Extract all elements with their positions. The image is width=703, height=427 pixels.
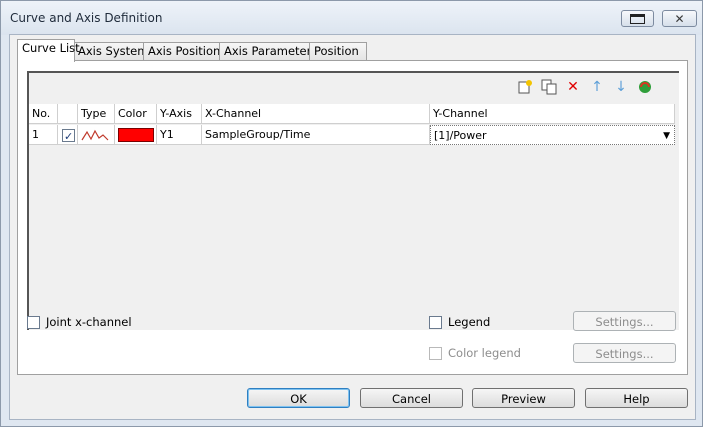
chevron-down-icon: ▼ — [663, 131, 670, 141]
tab-curve-list[interactable]: Curve List — [17, 39, 80, 62]
header-y-channel: Y-Channel — [430, 104, 675, 124]
joint-x-channel-option[interactable]: Joint x-channel — [27, 315, 132, 329]
joint-x-channel-checkbox[interactable] — [27, 315, 40, 329]
restore-button[interactable] — [621, 10, 654, 27]
move-down-icon[interactable]: ↓ — [612, 78, 630, 96]
header-type: Type — [78, 104, 115, 124]
color-legend-option[interactable]: Color legend — [429, 346, 521, 360]
tab-axis-position[interactable]: Axis Position — [143, 42, 221, 61]
table-row[interactable]: 1 Y1 SampleGroup/Time [1 — [29, 125, 675, 147]
row-x-channel[interactable]: SampleGroup/Time — [202, 125, 430, 145]
preview-button[interactable]: Preview — [472, 388, 575, 408]
y-channel-value: [1]/Power — [434, 129, 487, 142]
row-type-cell[interactable] — [78, 125, 115, 145]
header-y-axis: Y-Axis — [157, 104, 202, 124]
refresh-icon[interactable] — [636, 78, 654, 96]
curve-grid: No. Type Color Y-Axis X-Channel Y-Channe… — [27, 104, 679, 330]
move-up-icon[interactable]: ↑ — [588, 78, 606, 96]
color-legend-settings-button[interactable]: Settings... — [573, 343, 676, 363]
restore-icon — [630, 13, 645, 24]
tab-axis-parameters[interactable]: Axis Parameters — [219, 42, 317, 61]
y-channel-dropdown[interactable]: [1]/Power ▼ — [430, 125, 675, 145]
close-icon: ✕ — [674, 11, 685, 26]
delete-icon[interactable]: ✕ — [564, 78, 582, 96]
header-no: No. — [29, 104, 58, 124]
tab-position[interactable]: Position — [309, 42, 367, 61]
new-curve-icon[interactable] — [516, 78, 534, 96]
dialog-client: Curve List Axis System Axis Position Axi… — [9, 34, 696, 420]
close-button[interactable]: ✕ — [662, 10, 697, 27]
curve-type-icon — [81, 129, 109, 141]
curve-toolbar: ✕ ↑ ↓ — [27, 71, 679, 106]
window-title: Curve and Axis Definition — [10, 11, 163, 25]
title-bar: Curve and Axis Definition ✕ — [1, 1, 702, 35]
legend-option[interactable]: Legend — [429, 315, 490, 329]
dialog-window: Curve and Axis Definition ✕ Curve List A… — [0, 0, 703, 427]
legend-settings-button[interactable]: Settings... — [573, 311, 676, 331]
row-visible-checkbox[interactable] — [62, 127, 75, 147]
copy-curve-icon[interactable] — [540, 78, 558, 96]
help-button[interactable]: Help — [585, 388, 688, 408]
row-y-axis[interactable]: Y1 — [157, 125, 202, 145]
row-visible-cell — [58, 125, 78, 147]
row-color-cell[interactable] — [115, 125, 157, 145]
grid-header: No. Type Color Y-Axis X-Channel Y-Channe… — [29, 104, 675, 124]
header-check — [58, 104, 78, 124]
header-color: Color — [115, 104, 157, 124]
legend-checkbox[interactable] — [429, 315, 442, 329]
cancel-button[interactable]: Cancel — [360, 388, 463, 408]
header-x-channel: X-Channel — [202, 104, 430, 124]
color-swatch — [118, 128, 154, 142]
joint-x-channel-label: Joint x-channel — [46, 315, 132, 329]
color-legend-label: Color legend — [448, 346, 521, 360]
ok-button[interactable]: OK — [247, 388, 350, 408]
legend-label: Legend — [448, 315, 491, 329]
tab-axis-system[interactable]: Axis System — [73, 42, 148, 61]
color-legend-checkbox[interactable] — [429, 346, 442, 360]
row-number: 1 — [29, 125, 58, 145]
